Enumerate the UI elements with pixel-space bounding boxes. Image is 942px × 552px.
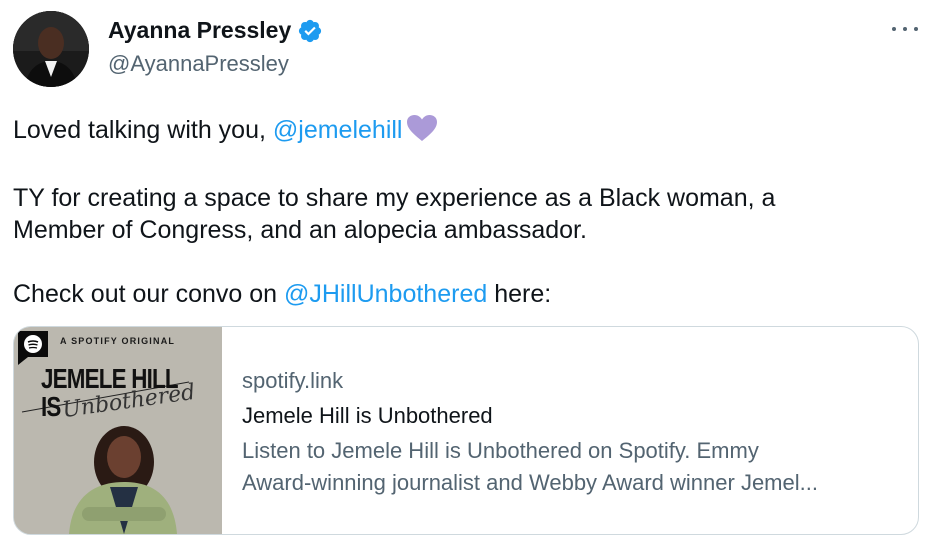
verified-badge-icon [297, 18, 323, 44]
purple-heart-icon [406, 114, 438, 150]
card-description-line: Listen to Jemele Hill is Unbothered on S… [242, 438, 759, 463]
mention-link[interactable]: @JHillUnbothered [284, 280, 487, 308]
previous-tweet-edge [12, 0, 312, 2]
avatar[interactable] [13, 11, 89, 87]
author-display-name[interactable]: Ayanna Pressley [108, 17, 291, 44]
author-name-row[interactable]: Ayanna Pressley [108, 17, 323, 44]
card-description: Listen to Jemele Hill is Unbothered on S… [242, 435, 902, 499]
card-title[interactable]: Jemele Hill is Unbothered [242, 401, 902, 431]
tweet-text: Loved talking with you, @jemelehill TY f… [13, 114, 913, 310]
cover-badge-text: A SPOTIFY ORIGINAL [60, 336, 176, 346]
podcast-cover-image: A SPOTIFY ORIGINAL JEMELE HILL IS Unboth… [14, 327, 222, 534]
tweet-line-3: Check out our convo on @JHillUnbothered … [13, 278, 913, 310]
card-domain[interactable]: spotify.link [242, 367, 902, 395]
tweet-text-segment: Check out our convo on [13, 280, 284, 308]
tweet-text-segment: TY for creating a space to share my expe… [13, 184, 776, 212]
tweet-text-segment: Member of Congress, and an alopecia amba… [13, 216, 587, 244]
tweet-text-segment: here: [487, 280, 552, 308]
mention-link[interactable]: @jemelehill [273, 116, 403, 144]
tweet-line-1: Loved talking with you, @jemelehill [13, 114, 913, 150]
tweet-paragraph-2: TY for creating a space to share my expe… [13, 182, 913, 246]
link-preview-card[interactable]: A SPOTIFY ORIGINAL JEMELE HILL IS Unboth… [13, 326, 919, 535]
tweet-text-segment: Loved talking with you, [13, 116, 273, 144]
avatar-image [13, 11, 89, 87]
author-handle[interactable]: @AyannaPressley [108, 51, 289, 77]
card-description-line: Award-winning journalist and Webby Award… [242, 470, 818, 495]
link-card-text[interactable]: spotify.link Jemele Hill is Unbothered L… [222, 327, 902, 534]
more-horizontal-icon[interactable] [892, 19, 918, 39]
